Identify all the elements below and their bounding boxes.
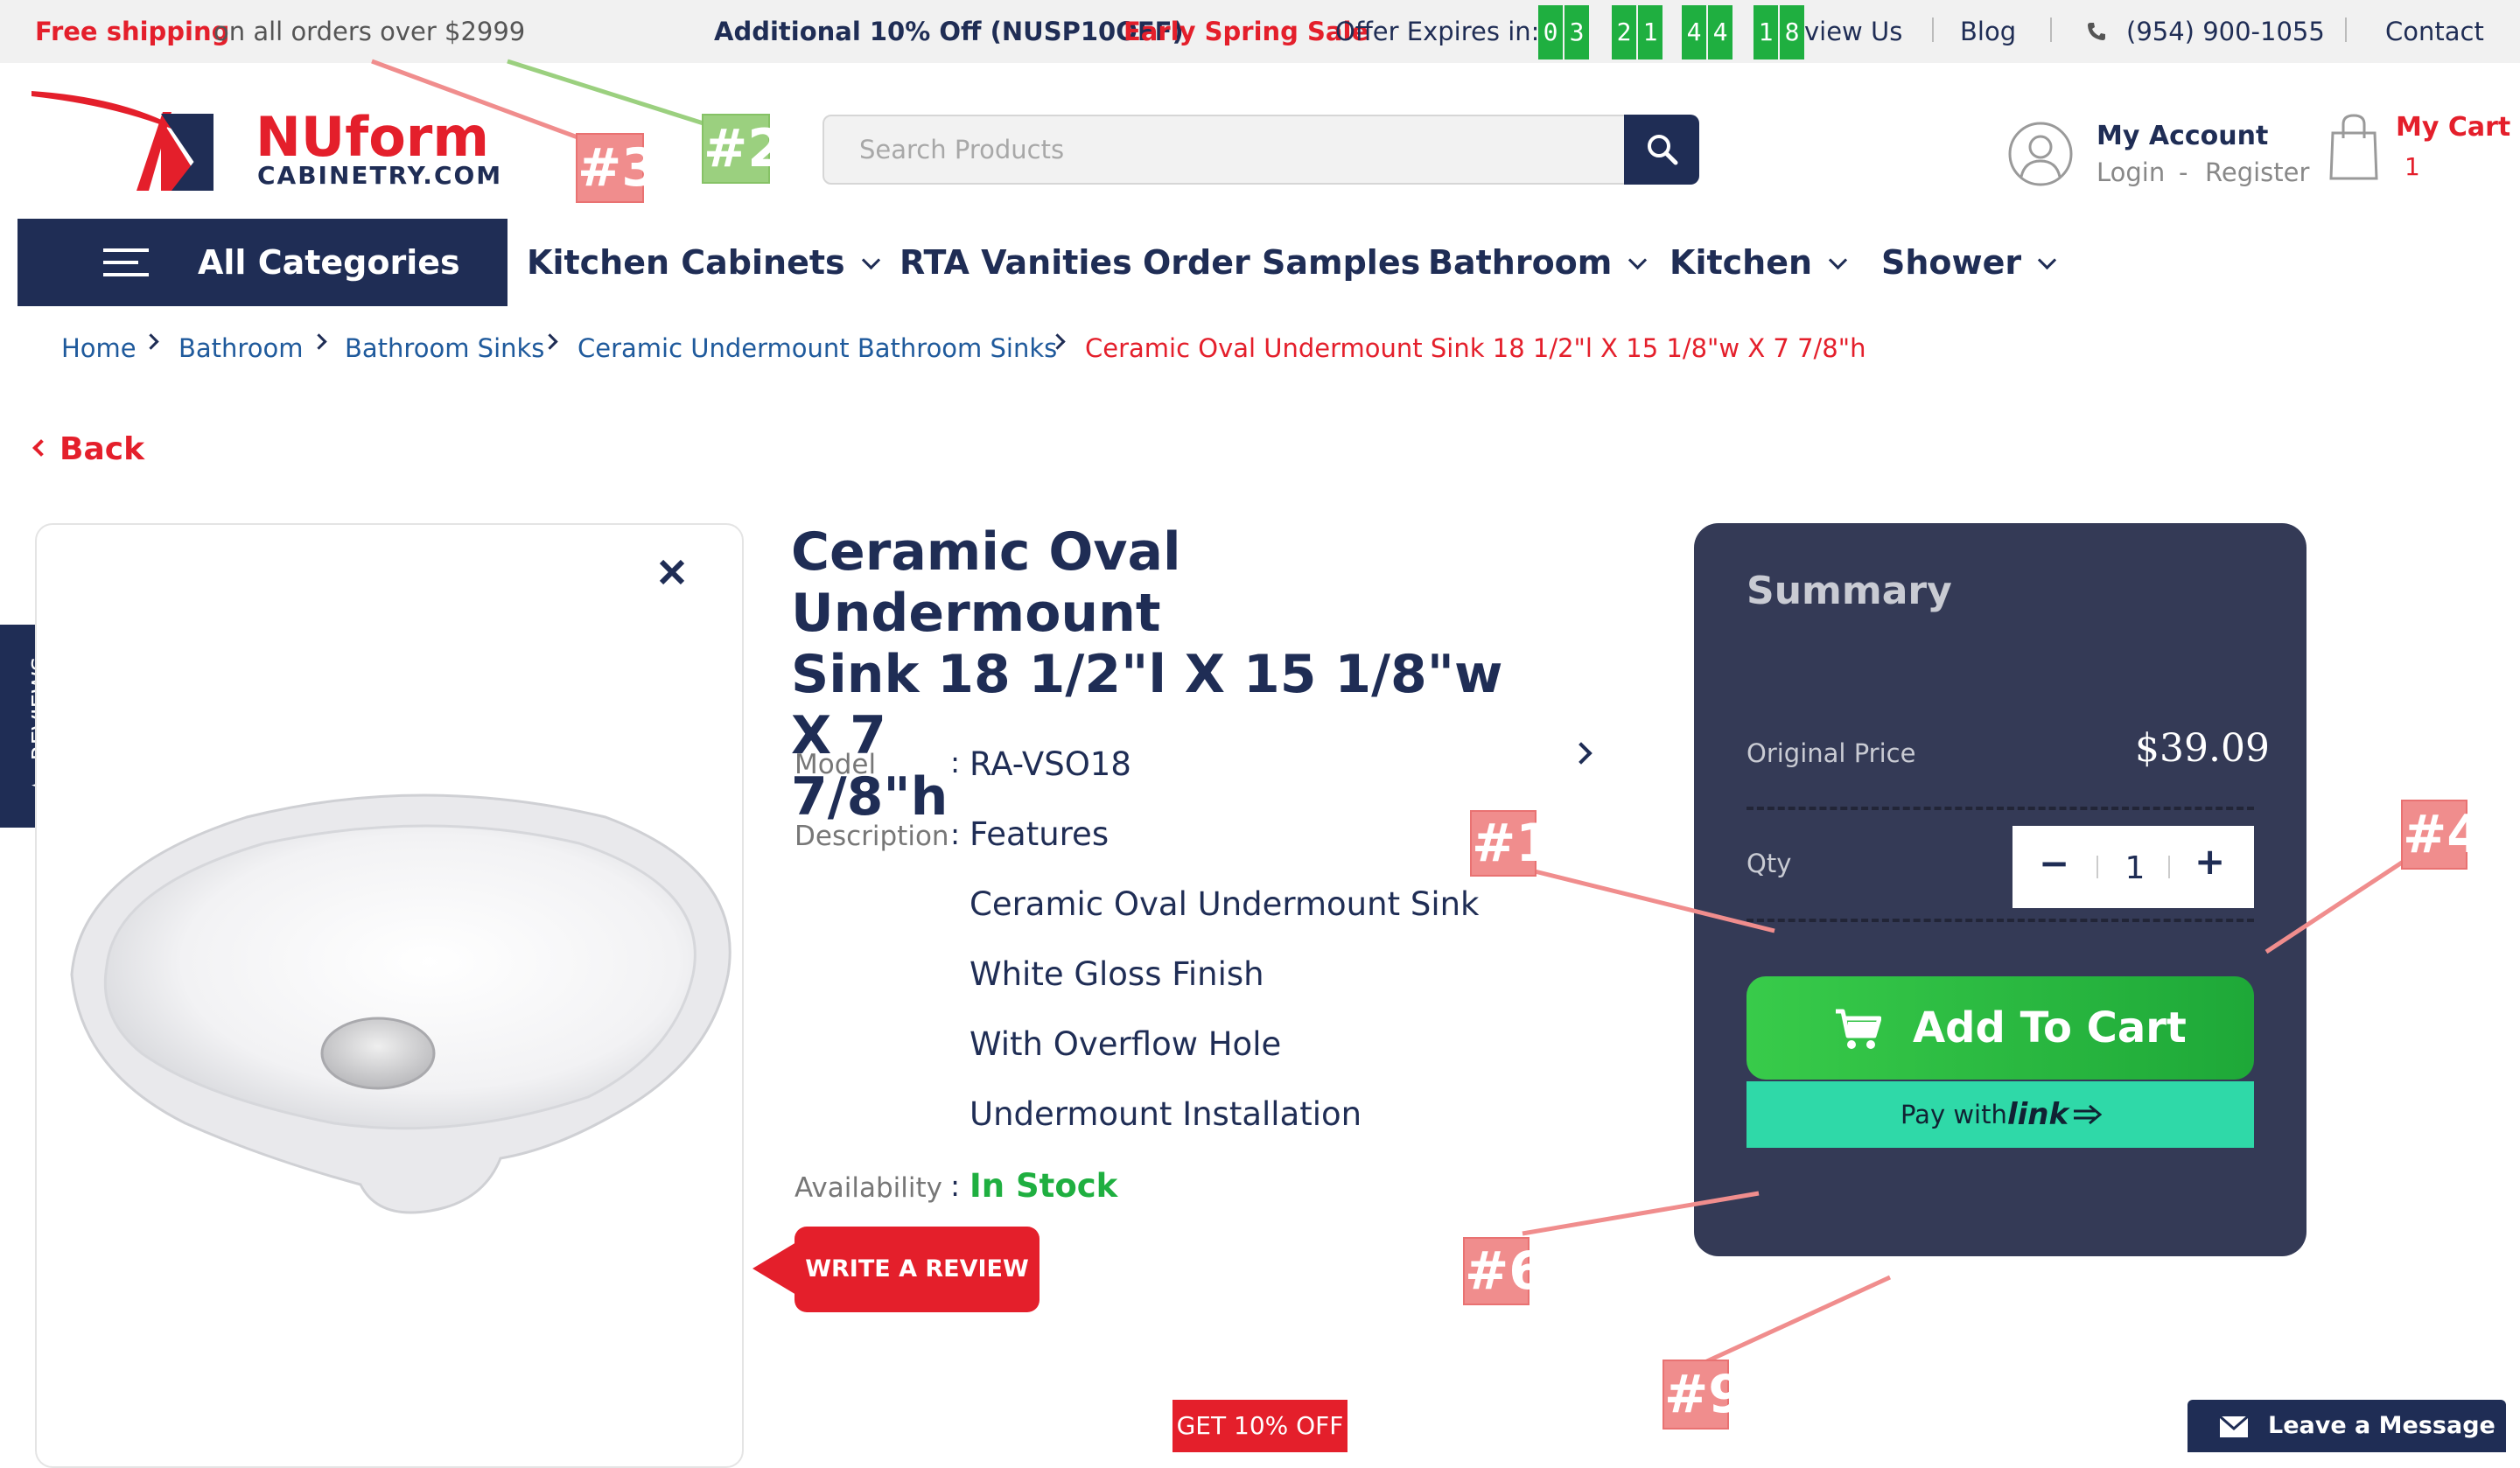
annotation-badge: #4 — [2401, 800, 2483, 870]
annotation-badge: #1 — [1470, 810, 1552, 877]
annotation-badge: #3 — [576, 133, 658, 203]
annotation-badge: #2 — [702, 114, 784, 184]
annotation-lines — [371, 59, 2412, 1367]
annotation-badge: #9 — [1662, 1360, 1745, 1430]
annotation-badge: #6 — [1463, 1237, 1545, 1305]
